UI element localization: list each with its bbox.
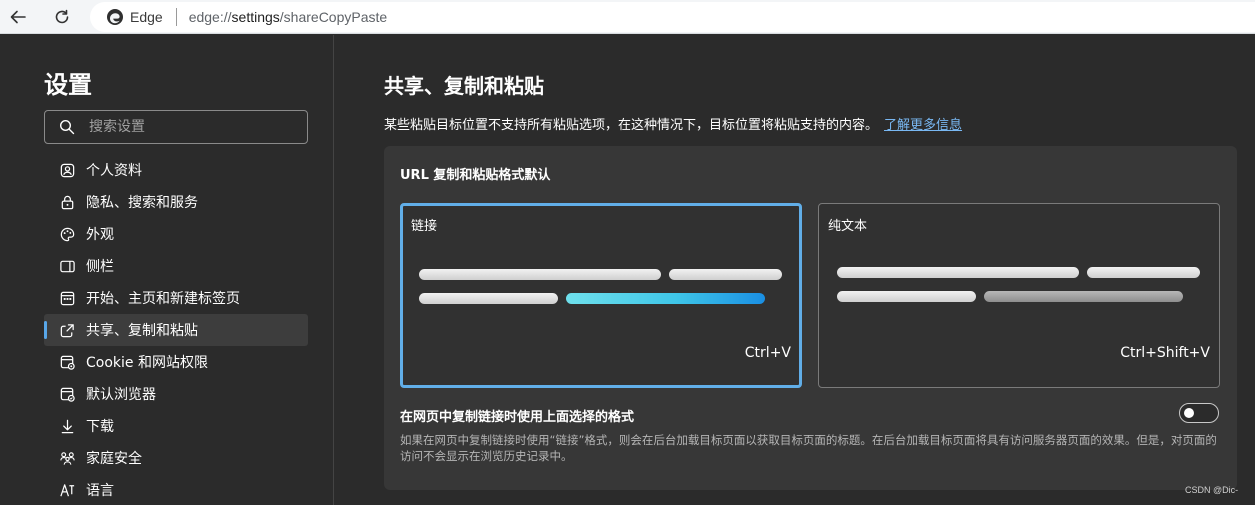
sidebar-item-share-copy-paste[interactable]: 共享、复制和粘贴 — [44, 314, 308, 346]
option-label: 纯文本 — [828, 219, 868, 234]
profile-icon — [58, 161, 76, 179]
sidebar-item-label: 家庭安全 — [86, 451, 142, 467]
url-path: /shareCopyPaste — [279, 9, 388, 25]
settings-content: 共享、复制和粘贴 某些粘贴目标位置不支持所有粘贴选项，在这种情况下，目标位置将粘… — [335, 35, 1255, 505]
url-prefix: edge:// — [188, 9, 232, 25]
sidebar-item-label: 开始、主页和新建标签页 — [86, 291, 240, 307]
sidebar-item-label: Cookie 和网站权限 — [86, 355, 208, 371]
sidebar-item-label: 个人资料 — [86, 163, 142, 179]
use-format-toggle[interactable] — [1179, 403, 1219, 423]
settings-sidebar: 设置 个人资料 隐私、搜索和服务 外观 侧栏 开始、主页和新建标签页 共享、复制… — [0, 35, 334, 505]
sidebar-item-languages[interactable]: 语言 — [44, 474, 308, 505]
site-permissions-icon — [58, 353, 76, 371]
preview-text-line — [837, 267, 1079, 278]
sidebar-item-label: 侧栏 — [86, 259, 114, 275]
sidebar-item-default-browser[interactable]: 默认浏览器 — [44, 378, 308, 410]
shortcut-label: Ctrl+V — [744, 345, 791, 361]
reload-button[interactable] — [48, 3, 76, 31]
page-title: 共享、复制和粘贴 — [384, 74, 544, 98]
language-icon — [58, 481, 76, 499]
search-input[interactable] — [89, 119, 289, 135]
page-description: 某些粘贴目标位置不支持所有粘贴选项，在这种情况下，目标位置将粘贴支持的内容。 了解… — [384, 114, 962, 133]
sidebar-item-label: 外观 — [86, 227, 114, 243]
search-icon — [59, 119, 75, 135]
toggle-label: 在网页中复制链接时使用上面选择的格式 — [400, 410, 635, 425]
site-name: Edge — [130, 9, 163, 25]
family-icon — [58, 449, 76, 467]
palette-icon — [58, 225, 76, 243]
lock-icon — [58, 193, 76, 211]
back-button[interactable] — [4, 3, 32, 31]
back-arrow-icon — [10, 10, 26, 24]
home-grid-icon — [58, 289, 76, 307]
share-icon — [58, 321, 76, 339]
preview-text-line — [419, 269, 661, 280]
search-box[interactable] — [44, 110, 308, 144]
preview-text-line — [419, 293, 558, 304]
sidebar-item-downloads[interactable]: 下载 — [44, 410, 308, 442]
sidebar-menu: 个人资料 隐私、搜索和服务 外观 侧栏 开始、主页和新建标签页 共享、复制和粘贴… — [44, 154, 308, 505]
download-icon — [58, 417, 76, 435]
sidebar-item-profile[interactable]: 个人资料 — [44, 154, 308, 186]
shortcut-label: Ctrl+Shift+V — [1120, 345, 1210, 361]
sidebar-item-label: 语言 — [86, 483, 114, 499]
sidebar-title: 设置 — [44, 71, 92, 99]
toggle-description: 如果在网页中复制链接时使用“链接”格式，则会在后台加载目标页面以获取目标页面的标… — [400, 433, 1217, 463]
preview-text-line — [669, 269, 782, 280]
learn-more-link[interactable]: 了解更多信息 — [884, 118, 962, 133]
address-bar[interactable]: Edge edge://settings/shareCopyPaste — [90, 2, 1255, 32]
link-format-option[interactable]: 链接 Ctrl+V — [400, 203, 802, 388]
sidebar-item-privacy[interactable]: 隐私、搜索和服务 — [44, 186, 308, 218]
address-divider — [175, 8, 177, 26]
preview-text-line — [1087, 267, 1200, 278]
url-format-card: URL 复制和粘贴格式默认 链接 Ctrl+V 纯文本 Ctrl+Shift+V… — [384, 146, 1237, 490]
url-text: edge://settings/shareCopyPaste — [189, 9, 387, 25]
preview-link-line — [566, 293, 765, 304]
sidebar-item-cookies[interactable]: Cookie 和网站权限 — [44, 346, 308, 378]
toggle-knob — [1184, 408, 1194, 418]
browser-toolbar: Edge edge://settings/shareCopyPaste — [0, 0, 1255, 34]
plain-text-format-option[interactable]: 纯文本 Ctrl+Shift+V — [818, 203, 1220, 388]
sidebar-item-label: 隐私、搜索和服务 — [86, 195, 198, 211]
edge-logo-icon — [107, 9, 123, 25]
sidebar-item-sidebar[interactable]: 侧栏 — [44, 250, 308, 282]
sidebar-item-label: 默认浏览器 — [86, 387, 156, 403]
preview-text-line — [837, 291, 976, 302]
sidebar-item-family-safety[interactable]: 家庭安全 — [44, 442, 308, 474]
sidebar-item-start-home[interactable]: 开始、主页和新建标签页 — [44, 282, 308, 314]
sidebar-item-label: 下载 — [86, 419, 114, 435]
description-text: 某些粘贴目标位置不支持所有粘贴选项，在这种情况下，目标位置将粘贴支持的内容。 — [384, 118, 879, 133]
preview-plain-line — [984, 291, 1183, 302]
url-host: settings — [231, 9, 280, 25]
card-title: URL 复制和粘贴格式默认 — [400, 168, 551, 183]
browser-icon — [58, 385, 76, 403]
option-label: 链接 — [411, 219, 438, 234]
sidebar-panel-icon — [58, 257, 76, 275]
sidebar-item-label: 共享、复制和粘贴 — [86, 323, 198, 339]
sidebar-item-appearance[interactable]: 外观 — [44, 218, 308, 250]
watermark: CSDN @Dic- — [1185, 485, 1239, 495]
reload-icon — [55, 9, 69, 24]
